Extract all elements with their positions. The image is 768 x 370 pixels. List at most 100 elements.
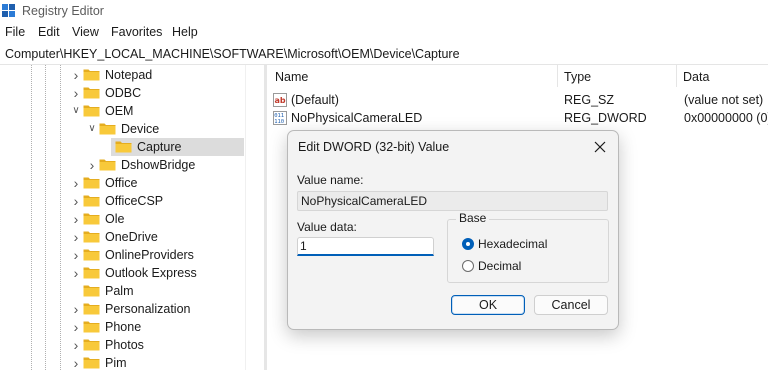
folder-icon bbox=[99, 123, 116, 135]
decimal-radio[interactable] bbox=[462, 260, 474, 272]
value-name: NoPhysicalCameraLED bbox=[291, 111, 423, 125]
column-header-type[interactable]: Type bbox=[564, 70, 591, 92]
tree-item[interactable]: › OnlineProviders bbox=[0, 246, 262, 264]
tree-item-label: Ole bbox=[105, 212, 125, 226]
tree-item-label: Device bbox=[121, 122, 160, 136]
chevron-right-icon[interactable]: › bbox=[70, 320, 82, 334]
tree-item[interactable]: › Outlook Express bbox=[0, 264, 262, 282]
folder-icon bbox=[83, 69, 100, 81]
chevron-right-icon[interactable]: › bbox=[70, 266, 82, 280]
tree-item-label: OneDrive bbox=[105, 230, 158, 244]
folder-icon bbox=[83, 267, 100, 279]
menu-view[interactable]: View bbox=[72, 25, 99, 39]
value-data: (value not set) bbox=[684, 93, 764, 107]
chevron-right-icon[interactable]: › bbox=[70, 230, 82, 244]
tree-item[interactable]: › OneDrive bbox=[0, 228, 262, 246]
chevron-right-icon[interactable]: › bbox=[70, 68, 82, 82]
tree-item-label: DshowBridge bbox=[121, 158, 196, 172]
tree-item[interactable]: Capture bbox=[0, 138, 262, 156]
tree-item-label: Notepad bbox=[105, 68, 153, 82]
value-data-label: Value data: bbox=[297, 220, 357, 234]
edit-dword-dialog: Edit DWORD (32-bit) Value Value name: No… bbox=[287, 130, 619, 330]
tree-item-label: Photos bbox=[105, 338, 144, 352]
menu-file[interactable]: File bbox=[5, 25, 25, 39]
value-data: 0x00000000 (0) bbox=[684, 111, 768, 125]
tree-scrollbar[interactable] bbox=[245, 65, 263, 370]
chevron-right-icon[interactable]: › bbox=[70, 194, 82, 208]
address-bar[interactable]: Computer\HKEY_LOCAL_MACHINE\SOFTWARE\Mic… bbox=[0, 44, 768, 65]
folder-icon bbox=[83, 303, 100, 315]
cancel-button[interactable]: Cancel bbox=[534, 295, 608, 315]
tree-item[interactable]: › OfficeCSP bbox=[0, 192, 262, 210]
folder-icon bbox=[83, 285, 100, 297]
folder-icon bbox=[83, 357, 100, 369]
menu-edit[interactable]: Edit bbox=[38, 25, 60, 39]
hexadecimal-label[interactable]: Hexadecimal bbox=[478, 237, 547, 251]
base-label: Base bbox=[456, 211, 490, 225]
folder-icon bbox=[99, 159, 116, 171]
chevron-right-icon[interactable]: › bbox=[70, 212, 82, 226]
window-title: Registry Editor bbox=[22, 4, 104, 18]
tree-item-label: OnlineProviders bbox=[105, 248, 194, 262]
tree-item[interactable]: › Photos bbox=[0, 336, 262, 354]
chevron-down-icon[interactable]: ∨ bbox=[86, 122, 98, 136]
folder-icon bbox=[83, 231, 100, 243]
hexadecimal-radio[interactable] bbox=[462, 238, 474, 250]
chevron-right-icon[interactable]: › bbox=[70, 302, 82, 316]
tree-item[interactable]: › Pim bbox=[0, 354, 262, 370]
folder-icon bbox=[83, 105, 100, 117]
tree-item[interactable]: › Phone bbox=[0, 318, 262, 336]
tree-item-label: Pim bbox=[105, 356, 127, 370]
folder-icon bbox=[83, 321, 100, 333]
value-name: (Default) bbox=[291, 93, 339, 107]
chevron-right-icon[interactable]: › bbox=[70, 86, 82, 100]
registry-editor-icon bbox=[2, 4, 15, 17]
chevron-right-icon[interactable]: › bbox=[86, 158, 98, 172]
chevron-right-icon[interactable]: › bbox=[70, 248, 82, 262]
column-header-data[interactable]: Data bbox=[683, 70, 709, 92]
folder-icon bbox=[83, 87, 100, 99]
column-separator[interactable] bbox=[676, 65, 677, 87]
value-row-default[interactable]: ab (Default) REG_SZ (value not set) bbox=[267, 91, 768, 109]
tree-item-label: Office bbox=[105, 176, 138, 190]
folder-icon bbox=[115, 141, 132, 153]
decimal-label[interactable]: Decimal bbox=[478, 259, 521, 273]
column-separator[interactable] bbox=[557, 65, 558, 87]
folder-icon bbox=[83, 213, 100, 225]
value-type: REG_DWORD bbox=[564, 111, 647, 125]
tree-item-label: Capture bbox=[137, 140, 182, 154]
tree-item[interactable]: ∨ Device bbox=[0, 120, 262, 138]
folder-icon bbox=[83, 249, 100, 261]
folder-icon bbox=[83, 195, 100, 207]
folder-icon bbox=[83, 339, 100, 351]
tree-item[interactable]: › Office bbox=[0, 174, 262, 192]
chevron-right-icon[interactable]: › bbox=[70, 338, 82, 352]
value-row-nophysicalcameraled[interactable]: 011 110 NoPhysicalCameraLED REG_DWORD 0x… bbox=[267, 109, 768, 127]
tree-item[interactable]: › Notepad bbox=[0, 66, 262, 84]
value-name-text: NoPhysicalCameraLED bbox=[301, 194, 428, 208]
tree-item-label: OfficeCSP bbox=[105, 194, 164, 208]
tree-item[interactable]: › DshowBridge bbox=[0, 156, 262, 174]
tree-item[interactable]: › Personalization bbox=[0, 300, 262, 318]
chevron-right-icon[interactable]: › bbox=[70, 176, 82, 190]
value-data-input[interactable] bbox=[297, 237, 434, 256]
tree-item[interactable]: › Ole bbox=[0, 210, 262, 228]
address-path[interactable]: Computer\HKEY_LOCAL_MACHINE\SOFTWARE\Mic… bbox=[5, 47, 460, 61]
svg-text:ab: ab bbox=[275, 96, 286, 105]
tree-item[interactable]: Palm bbox=[0, 282, 262, 300]
tree-item[interactable]: › ODBC bbox=[0, 84, 262, 102]
close-icon[interactable] bbox=[588, 136, 612, 158]
menu-help[interactable]: Help bbox=[172, 25, 198, 39]
tree-item-label: ODBC bbox=[105, 86, 142, 100]
tree-item-label: Outlook Express bbox=[105, 266, 197, 280]
tree-item-label: Phone bbox=[105, 320, 142, 334]
dialog-title: Edit DWORD (32-bit) Value bbox=[298, 140, 450, 154]
tree-item[interactable]: ∨ OEM bbox=[0, 102, 262, 120]
ok-button[interactable]: OK bbox=[451, 295, 525, 315]
menu-bar: File Edit View Favorites Help bbox=[0, 23, 768, 43]
binary-value-icon: 011 110 bbox=[273, 111, 287, 125]
chevron-right-icon[interactable]: › bbox=[70, 356, 82, 370]
column-header-name[interactable]: Name bbox=[275, 70, 308, 92]
chevron-down-icon[interactable]: ∨ bbox=[70, 104, 82, 118]
menu-favorites[interactable]: Favorites bbox=[111, 25, 162, 39]
